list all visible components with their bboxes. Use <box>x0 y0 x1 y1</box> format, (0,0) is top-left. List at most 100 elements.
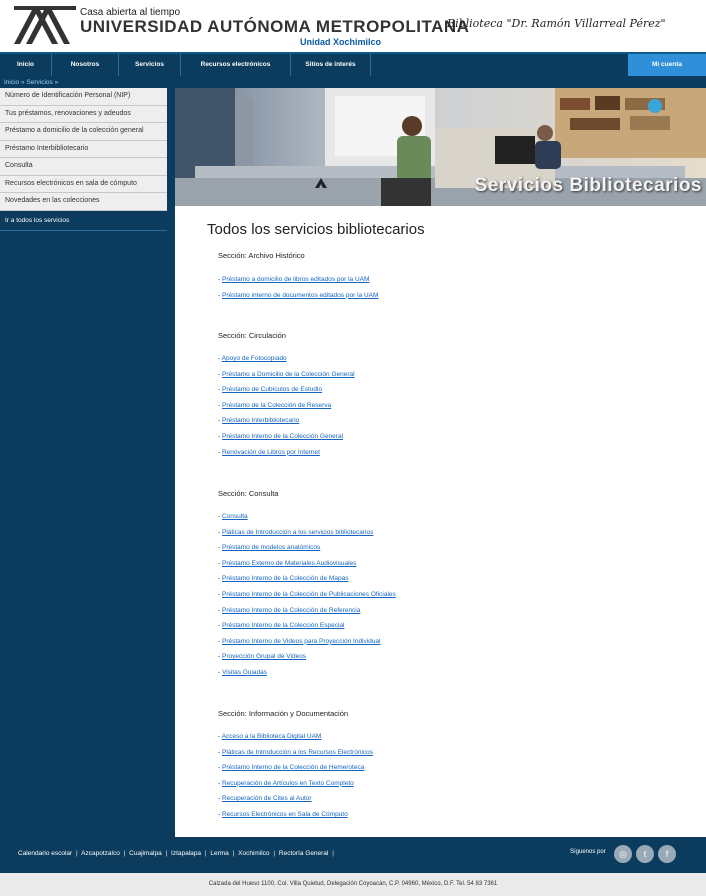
service-link[interactable]: Proyección Grupal de Videos <box>222 653 306 660</box>
footer-link-calendario[interactable]: Calendario escolar <box>18 850 72 857</box>
rss-icon[interactable]: ◎ <box>614 845 632 863</box>
service-link[interactable]: Préstamo Interno de Videos para Proyecci… <box>222 638 381 645</box>
service-link[interactable]: Renovación de Libros por Internet <box>222 449 320 456</box>
footer-link-lerma[interactable]: Lerma <box>210 850 228 857</box>
footer-link-cuajimalpa[interactable]: Cuajimalpa <box>129 850 162 857</box>
sidebar: Número de Identificación Personal (NIP) … <box>0 88 167 231</box>
list-item: - Préstamo Interno de la Colección de Pu… <box>218 590 396 598</box>
footer-separator: | <box>123 850 126 857</box>
section-title: Sección: Archivo Histórico <box>218 251 305 260</box>
footer-link-azcapotzalco[interactable]: Azcapotzalco <box>81 850 120 857</box>
footer-separator: | <box>165 850 168 857</box>
list-item: - Préstamo de la Colección de Reserva <box>218 401 332 409</box>
list-item: - Consulta <box>218 513 248 520</box>
service-link[interactable]: Préstamo Interno de la Colección de Publ… <box>222 591 396 598</box>
service-link[interactable]: Préstamo Interno de la Colección de Heme… <box>222 764 364 771</box>
footer-link-iztapalapa[interactable]: Iztapalapa <box>171 850 201 857</box>
sidebar-item-prestamos[interactable]: Tus préstamos, renovaciones y adeudos <box>0 105 167 123</box>
sidebar-item-consulta[interactable]: Consulta <box>0 158 167 176</box>
my-account-button[interactable]: Mi cuenta <box>628 54 706 76</box>
service-link[interactable]: Préstamo de modelos anatómicos <box>222 544 320 551</box>
list-item: - Renovación de Libros por Internet <box>218 448 320 456</box>
list-item: - Pláticas de Introducción a los servici… <box>218 528 374 536</box>
footer-address: Calzada del Hueso 1100, Col. Villa Quiet… <box>0 873 706 896</box>
footer-separator: | <box>232 850 235 857</box>
section-circulacion: Sección: Circulación - Apoyo de Fotocopi… <box>218 331 698 460</box>
banner-title: Servicios Bibliotecarios <box>474 175 702 196</box>
logo-university: UNIVERSIDAD AUTÓNOMA METROPOLITANA <box>80 17 470 36</box>
footer-separator: | <box>332 850 334 857</box>
list-item: - Préstamo interno de documentos editado… <box>218 291 379 299</box>
site-header: Casa abierta al tiempo UNIVERSIDAD AUTÓN… <box>0 0 706 52</box>
sidebar-item-nip[interactable]: Número de Identificación Personal (NIP) <box>0 88 167 106</box>
list-item: - Recuperación de Cites al Autor <box>218 795 312 803</box>
nav-item-inicio[interactable]: Inicio <box>0 54 52 76</box>
list-item: - Préstamo a domicilio de libros editado… <box>218 276 370 283</box>
list-item: - Visitas Guiadas <box>218 668 268 676</box>
section-consulta: Sección: Consulta - Consulta - Pláticas … <box>218 489 698 681</box>
service-link[interactable]: Pláticas de Introducción a los Recursos … <box>222 749 373 756</box>
service-link[interactable]: Préstamo Interbibliotecario <box>222 417 299 424</box>
list-item: - Préstamo Interno de Videos para Proyec… <box>218 637 381 645</box>
footer-link-xochimilco[interactable]: Xochimilco <box>238 850 269 857</box>
service-link[interactable]: Préstamo de Cubículos de Estudio <box>222 386 322 393</box>
service-link[interactable]: Apoyo de Fotocopiado <box>222 355 287 362</box>
twitter-icon[interactable]: t <box>636 845 654 863</box>
nav-item-recursos[interactable]: Recursos electrónicos <box>181 54 291 76</box>
sidebar-item-interbibliotecario[interactable]: Préstamo Interbibliotecario <box>0 140 167 158</box>
list-item: - Préstamo Interno de la Colección Gener… <box>218 432 344 440</box>
service-link[interactable]: Préstamo de la Colección de Reserva <box>222 402 331 409</box>
list-item: - Proyección Grupal de Videos <box>218 653 307 661</box>
service-link[interactable]: Préstamo Externo de Materiales Audiovisu… <box>222 560 356 567</box>
breadcrumb[interactable]: Inicio » Servicios » <box>4 79 58 86</box>
footer-link-rectoria[interactable]: Rectoría General <box>279 850 329 857</box>
service-link[interactable]: Consulta <box>222 513 248 520</box>
service-link[interactable]: Visitas Guiadas <box>222 669 267 676</box>
list-item: - Préstamo Interno de la Colección Espec… <box>218 622 345 630</box>
nav-item-servicios[interactable]: Servicios <box>119 54 181 76</box>
service-link[interactable]: Pláticas de Introducción a los servicios… <box>222 529 373 536</box>
service-link[interactable]: Recuperación de Artículos en Texto Compl… <box>222 780 354 787</box>
list-item: - Recursos Electrónicos en Sala de Cómpu… <box>218 810 348 818</box>
all-services-link[interactable]: Ir a todos los servicios <box>0 210 167 231</box>
site-footer: Calendario escolar | Azcapotzalco | Cuaj… <box>0 837 706 873</box>
service-link[interactable]: Préstamo a domicilio de libros editados … <box>222 276 369 283</box>
service-link[interactable]: Préstamo interno de documentos editados … <box>222 292 378 299</box>
nav-item-nosotros[interactable]: Nosotros <box>52 54 119 76</box>
sidebar-item-novedades[interactable]: Novedades en las colecciones <box>0 193 167 211</box>
section-links: - Préstamo a domicilio de libros editado… <box>218 272 698 303</box>
follow-label: Síguenos por <box>570 849 606 855</box>
list-item: - Préstamo Interbibliotecario <box>218 417 300 425</box>
section-title: Sección: Consulta <box>218 489 279 498</box>
service-link[interactable]: Recuperación de Cites al Autor <box>222 795 312 802</box>
main-content: Servicios Bibliotecarios Todos los servi… <box>175 88 706 837</box>
list-item: - Préstamo Interno de la Colección de Re… <box>218 606 361 614</box>
list-item: - Préstamo a Domicilio de la Colección G… <box>218 370 355 378</box>
service-link[interactable]: Préstamo Interno de la Colección de Refe… <box>222 607 360 614</box>
list-item: - Recuperación de Artículos en Texto Com… <box>218 779 354 787</box>
services-banner: Servicios Bibliotecarios <box>175 88 706 206</box>
sidebar-item-domicilio[interactable]: Préstamo a domicilio de la colección gen… <box>0 123 167 141</box>
list-item: - Pláticas de Introducción a los Recurso… <box>218 748 374 756</box>
section-links: - Apoyo de Fotocopiado - Préstamo a Domi… <box>218 351 698 460</box>
list-item: - Préstamo Interno de la Colección de Ma… <box>218 575 349 583</box>
service-link[interactable]: Préstamo Interno de la Colección Especia… <box>222 622 344 629</box>
service-link[interactable]: Préstamo Interno de la Colección de Mapa… <box>222 575 348 582</box>
service-link[interactable]: Préstamo a Domicilio de la Colección Gen… <box>222 371 355 378</box>
service-link[interactable]: Acceso a la Biblioteca Digital UAM <box>222 733 322 740</box>
sidebar-item-recursos[interactable]: Recursos electrónicos en sala de cómputo <box>0 175 167 193</box>
footer-separator: | <box>204 850 207 857</box>
service-link[interactable]: Préstamo Interno de la Colección General <box>222 433 343 440</box>
list-item: - Préstamo de modelos anatómicos <box>218 544 321 552</box>
section-title: Sección: Circulación <box>218 331 286 340</box>
list-item: - Apoyo de Fotocopiado <box>218 355 287 362</box>
uam-logo-icon[interactable] <box>14 6 76 44</box>
section-links: - Acceso a la Biblioteca Digital UAM - P… <box>218 729 698 823</box>
service-link[interactable]: Recursos Electrónicos en Sala de Cómputo <box>222 811 348 818</box>
list-item: - Préstamo Externo de Materiales Audiovi… <box>218 559 357 567</box>
main-nav: Inicio Nosotros Servicios Recursos elect… <box>0 52 706 76</box>
facebook-icon[interactable]: f <box>658 845 676 863</box>
nav-item-sitios[interactable]: Sitios de interés <box>291 54 371 76</box>
list-item: - Préstamo de Cubículos de Estudio <box>218 386 323 394</box>
footer-separator: | <box>273 850 276 857</box>
